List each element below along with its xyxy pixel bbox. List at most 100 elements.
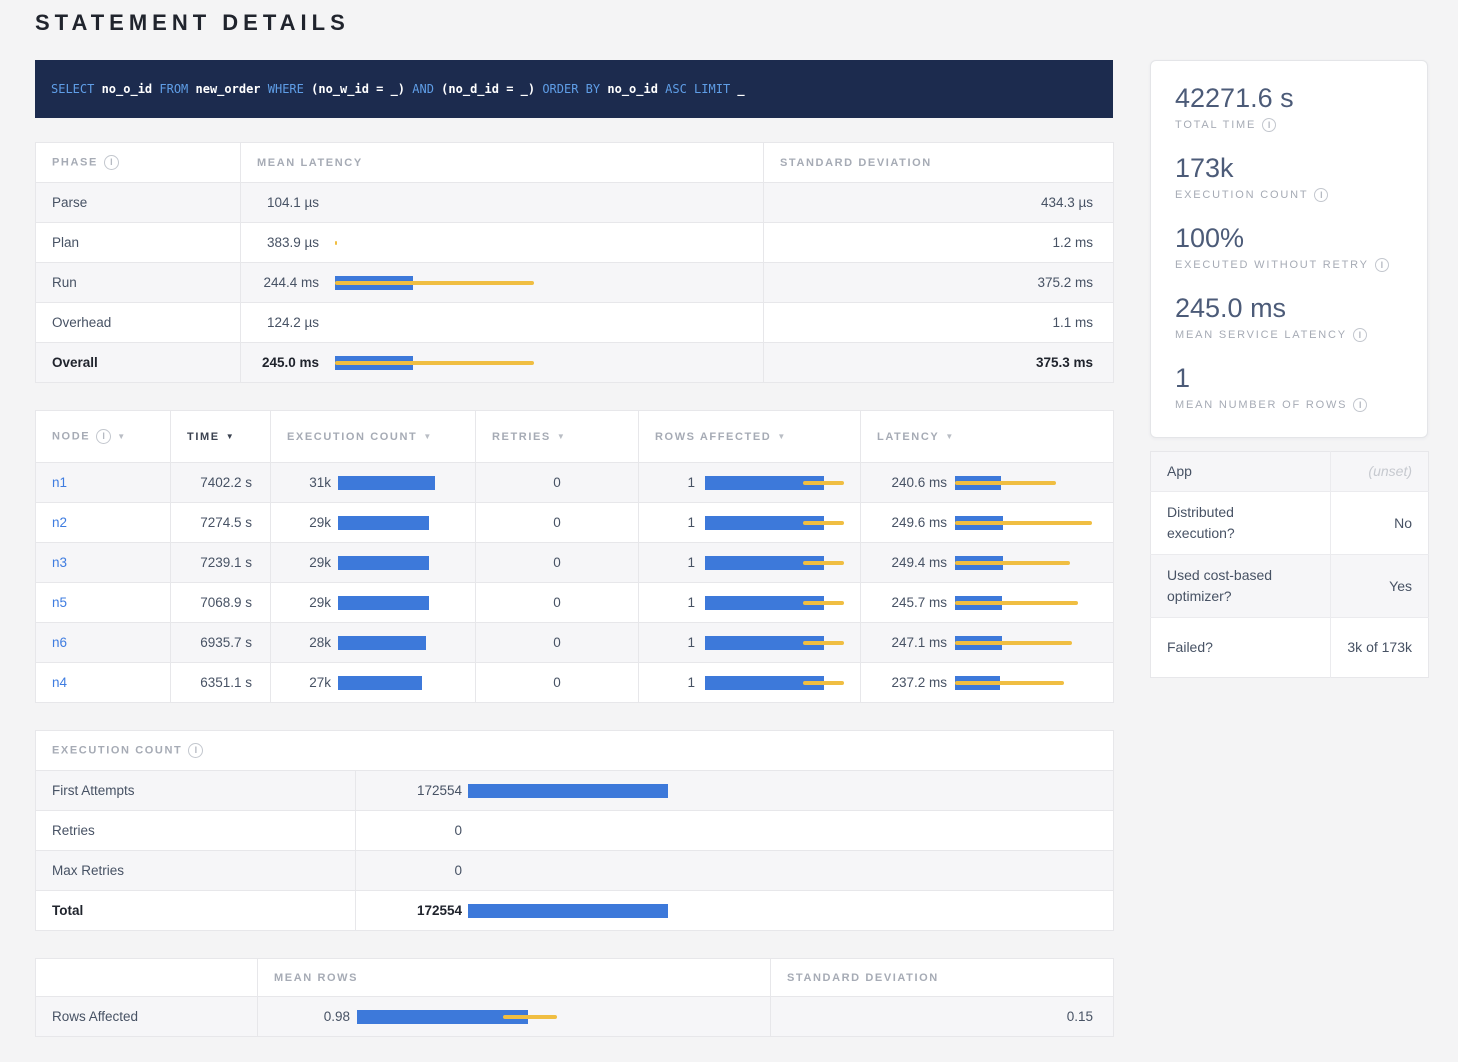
info-icon[interactable]: i <box>1375 258 1389 272</box>
stddev-line <box>803 681 844 685</box>
attribute-row: Failed? 3k of 173k <box>1151 618 1429 678</box>
rows-affected-bar-chart <box>705 556 844 570</box>
stddev-value: 375.3 ms <box>764 343 1114 383</box>
rows-affected-row-label: Rows Affected <box>36 997 258 1037</box>
execution-count-bar-chart <box>338 556 459 570</box>
execution-count-section-header: Execution Counti <box>36 731 1114 771</box>
phase-label: Plan <box>36 223 241 263</box>
stddev-value: 375.2 ms <box>764 263 1114 303</box>
stddev-line <box>803 561 844 565</box>
summary-stat-label: Mean Service Latency <box>1175 329 1347 341</box>
summary-stat: 42271.6 s Total Timei <box>1175 83 1409 132</box>
summary-stat-label: Mean Number of Rows <box>1175 399 1347 411</box>
sort-arrow-icon[interactable]: ▼ <box>777 432 787 441</box>
summary-stat: 1 Mean Number of Rows i <box>1175 363 1409 412</box>
execution-count-row-label: Total <box>36 891 356 931</box>
node-rows-affected-value: 1 <box>655 475 695 490</box>
phase-header-label: Phase <box>52 156 98 168</box>
node-link[interactable]: n4 <box>52 675 67 690</box>
node-latency-value: 237.2 ms <box>877 675 947 690</box>
node-retries-value: 0 <box>476 463 639 503</box>
retries-column-header[interactable]: Retries▼ <box>476 411 639 463</box>
rows-affected-bar-chart <box>705 596 844 610</box>
time-header-label: Time <box>187 431 220 443</box>
rows-affected-header-row: Mean Rows Standard Deviation <box>36 959 1114 997</box>
info-icon[interactable]: i <box>1262 118 1276 132</box>
stddev-column-header: Standard Deviation <box>764 143 1114 183</box>
execution-count-row: Total 172554 <box>36 891 1114 931</box>
node-time-value: 7239.1 s <box>171 543 271 583</box>
node-latency-value: 240.6 ms <box>877 475 947 490</box>
node-link[interactable]: n6 <box>52 635 67 650</box>
sql-identifier: (no_w_id = _) <box>304 82 405 96</box>
sort-arrow-icon[interactable]: ▼ <box>423 432 433 441</box>
mean-bar <box>338 556 429 570</box>
mean-latency-value: 244.4 ms <box>257 275 319 290</box>
phase-row: Parse 104.1 µs 434.3 µs <box>36 183 1114 223</box>
info-icon[interactable]: i <box>188 743 203 758</box>
node-rows-affected-value: 1 <box>655 515 695 530</box>
node-latency-value: 249.6 ms <box>877 515 947 530</box>
info-icon[interactable]: i <box>1314 188 1328 202</box>
rows-affected-header-label: Rows Affected <box>655 431 771 443</box>
latency-bar-chart <box>335 236 747 250</box>
node-column-header[interactable]: Nodei▼ <box>36 411 171 463</box>
info-icon[interactable]: i <box>1353 328 1367 342</box>
node-row: n6 6935.7 s 28k 0 1 <box>36 623 1114 663</box>
time-column-header[interactable]: Time ▼ <box>171 411 271 463</box>
execution-count-bar-chart <box>338 676 459 690</box>
rows-stddev-value: 0.15 <box>771 997 1114 1037</box>
summary-stat-value: 173k <box>1175 153 1409 184</box>
rows-affected-bar-chart <box>705 516 844 530</box>
execution-count-row-label: First Attempts <box>36 771 356 811</box>
execution-count-row: Max Retries 0 <box>36 851 1114 891</box>
attribute-label: Distributed execution? <box>1151 492 1331 555</box>
execution-count-bar-chart <box>338 596 459 610</box>
node-retries-value: 0 <box>476 543 639 583</box>
execution-count-column-header[interactable]: Execution Count▼ <box>271 411 476 463</box>
latency-bar-chart <box>335 276 747 290</box>
stddev-line <box>803 481 844 485</box>
stddev-line <box>335 241 337 245</box>
info-icon[interactable]: i <box>1353 398 1367 412</box>
node-link[interactable]: n3 <box>52 555 67 570</box>
stddev-line <box>503 1015 557 1019</box>
latency-header-label: Latency <box>877 431 939 443</box>
count-bar <box>468 904 668 918</box>
phase-row: Plan 383.9 µs 1.2 ms <box>36 223 1114 263</box>
sql-keyword: ASC LIMIT <box>658 82 730 96</box>
summary-stat-value: 1 <box>1175 363 1409 394</box>
rows-affected-row: Rows Affected 0.98 0.15 <box>36 997 1114 1037</box>
sql-keyword: SELECT <box>51 82 94 96</box>
execution-count-bar-chart <box>338 516 459 530</box>
stddev-line <box>955 481 1056 485</box>
info-icon[interactable]: i <box>104 155 119 170</box>
node-table-header-row: Nodei▼ Time▼ Execution Count▼ Retries▼ R <box>36 411 1114 463</box>
sql-keyword: AND <box>405 82 434 96</box>
node-row: n5 7068.9 s 29k 0 1 <box>36 583 1114 623</box>
node-link[interactable]: n1 <box>52 475 67 490</box>
sort-arrow-icon[interactable]: ▼ <box>945 432 955 441</box>
latency-column-header[interactable]: Latency ▼ <box>861 411 1114 463</box>
sql-keyword: WHERE <box>261 82 304 96</box>
sort-arrow-icon[interactable]: ▼ <box>557 432 567 441</box>
stddev-value: 1.1 ms <box>764 303 1114 343</box>
sort-arrow-icon[interactable]: ▼ <box>117 432 127 441</box>
info-icon[interactable]: i <box>96 429 111 444</box>
node-link[interactable]: n5 <box>52 595 67 610</box>
mean-bar <box>338 636 426 650</box>
sort-arrow-icon[interactable]: ▼ <box>226 432 236 441</box>
phase-label: Overhead <box>36 303 241 343</box>
empty-column-header <box>36 959 258 997</box>
node-retries-value: 0 <box>476 663 639 703</box>
execution-count-bar-chart <box>468 824 1097 838</box>
node-link[interactable]: n2 <box>52 515 67 530</box>
node-time-value: 7068.9 s <box>171 583 271 623</box>
execution-count-row: Retries 0 <box>36 811 1114 851</box>
execution-count-row-value: 0 <box>372 863 462 878</box>
summary-stat-value: 245.0 ms <box>1175 293 1409 324</box>
rows-affected-column-header[interactable]: Rows Affected ▼ <box>639 411 861 463</box>
rows-affected-bar-chart <box>705 636 844 650</box>
summary-stat-label: Executed without Retry <box>1175 259 1369 271</box>
stddev-line <box>955 601 1078 605</box>
